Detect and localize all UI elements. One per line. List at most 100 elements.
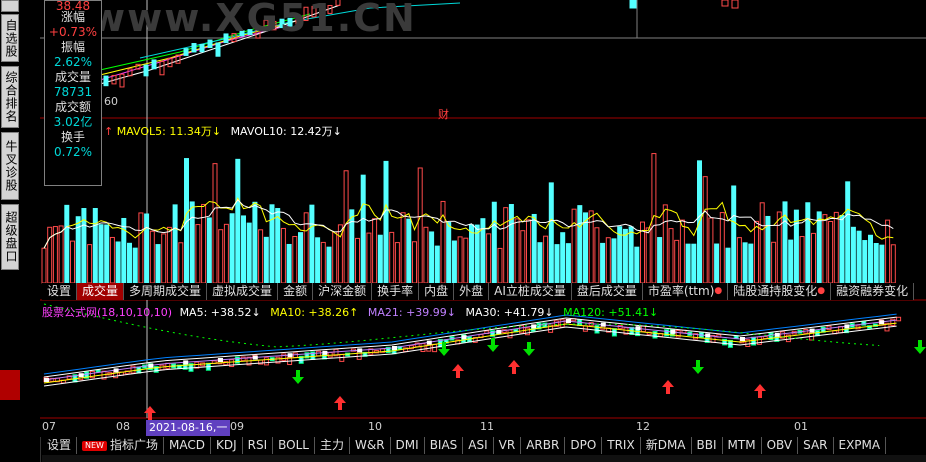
indicator-tab-14[interactable]: TRIX bbox=[602, 437, 641, 454]
formula-marker bbox=[392, 346, 397, 350]
volume-bar bbox=[315, 237, 321, 284]
volume-tab-1[interactable]: 成交量 bbox=[77, 283, 125, 300]
indicator-tab-7[interactable]: W&R bbox=[350, 437, 391, 454]
indicator-tab-10[interactable]: ASI bbox=[463, 437, 494, 454]
sell-arrow-icon bbox=[523, 342, 535, 356]
indicator-tab-15[interactable]: 新DMA bbox=[641, 437, 692, 454]
super-order-book-button[interactable]: 超级盘口 bbox=[1, 204, 19, 270]
finance-marker[interactable]: 财 bbox=[438, 106, 449, 122]
left-strip-top-button[interactable] bbox=[1, 0, 19, 12]
volume-bar bbox=[195, 224, 201, 284]
indicator-tab-12[interactable]: ARBR bbox=[521, 437, 566, 454]
indicator-tab-row: 设置 NEW 指标广场 MACD KDJ RSI BOLL 主力 W&R DMI BIAS ASI VR… bbox=[42, 437, 887, 454]
indicator-tab-13[interactable]: DPO bbox=[565, 437, 603, 454]
volume-tab-8[interactable]: 外盘 bbox=[454, 283, 490, 300]
volume-bar bbox=[127, 242, 132, 284]
volume-bar bbox=[372, 218, 378, 284]
stock-diagnosis-button[interactable]: 牛叉诊股 bbox=[1, 132, 19, 200]
indicator-tab-label: 新DMA bbox=[645, 438, 686, 452]
volume-tab-13[interactable]: 融资融券变化 bbox=[831, 283, 915, 300]
formula-marker bbox=[740, 337, 745, 341]
formula-marker bbox=[287, 353, 293, 358]
chart-svg[interactable] bbox=[40, 0, 926, 437]
volume-tab-9[interactable]: AI立桩成交量 bbox=[489, 283, 572, 300]
volume-bar bbox=[429, 231, 435, 284]
indicator-tab-2[interactable]: MACD bbox=[164, 437, 211, 454]
volume-tab-12[interactable]: 陆股通持股变化● bbox=[728, 283, 832, 300]
indicator-tab-4[interactable]: RSI bbox=[243, 437, 274, 454]
price-candle bbox=[207, 39, 213, 49]
volume-bar bbox=[87, 244, 93, 284]
indicator-tab-label: DPO bbox=[570, 438, 597, 452]
volume-bar bbox=[201, 203, 207, 284]
volume-bar bbox=[822, 214, 828, 284]
indicator-tab-1[interactable]: NEW 指标广场 bbox=[77, 437, 164, 454]
volume-bar bbox=[178, 242, 184, 284]
sell-arrow-icon bbox=[292, 370, 304, 384]
formula-candle bbox=[263, 357, 269, 366]
left-strip-red-block bbox=[0, 370, 20, 400]
volume-tab-4[interactable]: 金额 bbox=[278, 283, 314, 300]
indicator-tab-label: BIAS bbox=[429, 438, 458, 452]
volume-bar bbox=[320, 241, 326, 284]
left-gutter bbox=[20, 0, 41, 462]
indicator-tab-18[interactable]: OBV bbox=[762, 437, 799, 454]
volume-tab-10[interactable]: 盘后成交量 bbox=[572, 283, 643, 300]
volume-tab-label: 成交量 bbox=[82, 284, 119, 298]
volume-bar bbox=[47, 226, 53, 284]
ma120-legend: MA120: +51.41↓ bbox=[563, 306, 659, 319]
formula-marker bbox=[78, 373, 84, 378]
volume-bar bbox=[149, 230, 155, 284]
volume-bar bbox=[451, 240, 457, 284]
volume-tab-2[interactable]: 多周期成交量 bbox=[124, 283, 208, 300]
indicator-tab-17[interactable]: MTM bbox=[723, 437, 762, 454]
indicator-tab-8[interactable]: DMI bbox=[391, 437, 425, 454]
formula-candle bbox=[420, 343, 426, 353]
chart-area[interactable] bbox=[40, 0, 926, 437]
volume-bar bbox=[776, 211, 782, 284]
indicator-tab-20[interactable]: EXPMA bbox=[834, 437, 887, 454]
volume-bar bbox=[742, 242, 748, 284]
volume-tab-6[interactable]: 换手率 bbox=[372, 283, 420, 300]
indicator-tab-3[interactable]: KDJ bbox=[211, 437, 243, 454]
bottom-tab-row-partial bbox=[42, 455, 926, 462]
indicator-tab-label: DMI bbox=[395, 438, 419, 452]
volume-bar bbox=[463, 237, 469, 284]
formula-marker bbox=[705, 333, 711, 338]
formula-candle bbox=[652, 331, 658, 339]
indicator-tab-6[interactable]: 主力 bbox=[315, 437, 350, 454]
volume-tab-11[interactable]: 市盈率(ttm)● bbox=[643, 283, 729, 300]
indicator-tab-0[interactable]: 设置 bbox=[42, 437, 78, 454]
volume-bar bbox=[92, 208, 98, 284]
volume-tab-label: 外盘 bbox=[459, 284, 484, 298]
volume-bar bbox=[275, 208, 281, 284]
indicator-tab-16[interactable]: BBI bbox=[692, 437, 723, 454]
volume-tab-label: 虚拟成交量 bbox=[212, 284, 273, 298]
volume-bar bbox=[679, 219, 685, 284]
price-candle bbox=[191, 43, 197, 53]
volume-bar bbox=[885, 219, 891, 284]
volume-tab-3[interactable]: 虚拟成交量 bbox=[207, 283, 279, 300]
volume-bar bbox=[725, 247, 731, 284]
volume-bar bbox=[537, 242, 543, 284]
favorites-button[interactable]: 自选股 bbox=[1, 14, 19, 62]
indicator-tab-19[interactable]: SAR bbox=[798, 437, 834, 454]
volume-bar bbox=[166, 226, 172, 284]
volume-bar bbox=[685, 243, 691, 284]
indicator-tab-5[interactable]: BOLL bbox=[273, 437, 315, 454]
indicator-tab-11[interactable]: VR bbox=[494, 437, 522, 454]
formula-candle bbox=[95, 369, 101, 373]
comprehensive-ranking-button[interactable]: 综合排名 bbox=[1, 66, 19, 128]
volume-bar bbox=[252, 201, 258, 284]
volume-bar bbox=[269, 204, 275, 284]
price-candle bbox=[103, 75, 109, 87]
volume-tab-0[interactable]: 设置 bbox=[42, 283, 78, 300]
volume-tab-5[interactable]: 沪深金额 bbox=[313, 283, 373, 300]
volume-bar bbox=[98, 224, 104, 284]
formula-marker bbox=[113, 368, 119, 373]
sell-arrow-icon bbox=[692, 360, 704, 374]
indicator-tab-label: MACD bbox=[168, 438, 205, 452]
indicator-tab-9[interactable]: BIAS bbox=[425, 437, 464, 454]
formula-candle bbox=[507, 329, 513, 339]
volume-tab-7[interactable]: 内盘 bbox=[419, 283, 455, 300]
